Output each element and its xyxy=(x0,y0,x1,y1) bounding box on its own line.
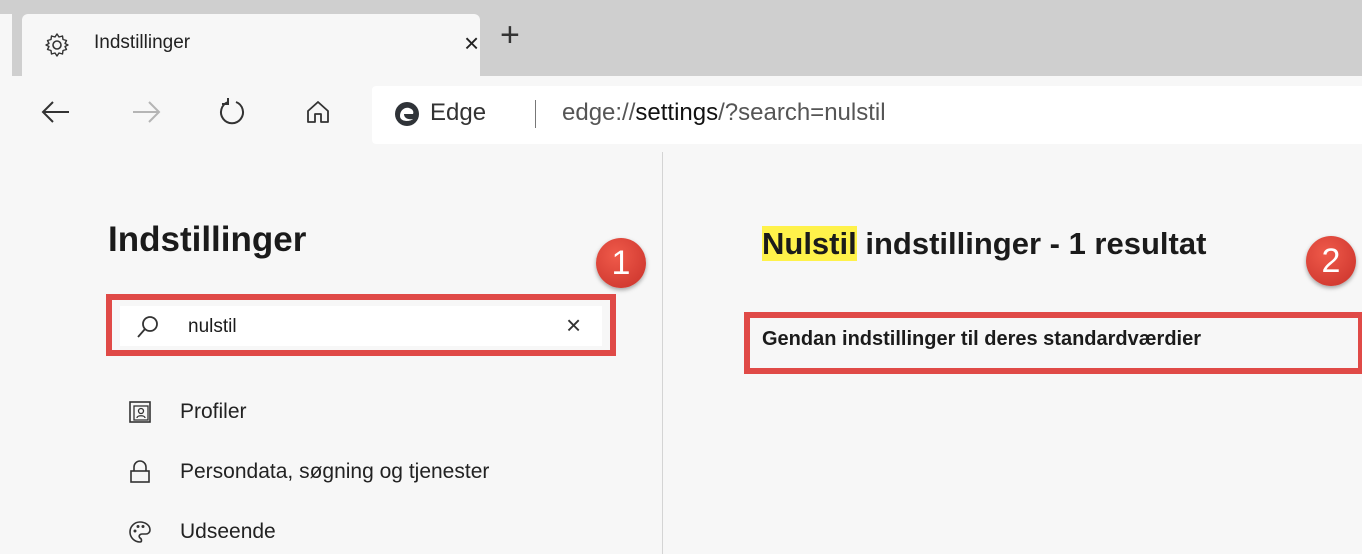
close-icon[interactable]: × xyxy=(464,28,479,58)
sidebar-item-label: Persondata, søgning og tjenester xyxy=(180,460,490,483)
search-input[interactable]: nulstil × xyxy=(120,306,602,346)
home-icon xyxy=(305,99,331,130)
lock-icon xyxy=(128,460,152,484)
reset-settings-link[interactable]: Gendan indstillinger til deres standardv… xyxy=(762,328,1201,351)
address-separator xyxy=(535,100,536,128)
sidebar-item-appearance[interactable]: Udseende xyxy=(128,516,276,548)
toolbar: Edge edge://settings/?search=nulstil xyxy=(0,76,1362,152)
search-icon xyxy=(136,315,160,339)
url-text[interactable]: edge://settings/?search=nulstil xyxy=(562,99,886,127)
search-term-highlight: Nulstil xyxy=(762,226,857,261)
new-tab-button[interactable]: + xyxy=(500,18,520,52)
clear-icon[interactable]: × xyxy=(566,310,581,341)
tab-edge xyxy=(0,14,12,76)
palette-icon xyxy=(128,520,152,544)
refresh-button[interactable] xyxy=(214,96,250,132)
page-title: Indstillinger xyxy=(108,220,307,259)
search-value: nulstil xyxy=(188,316,237,337)
home-button[interactable] xyxy=(300,96,336,132)
tab-strip: Indstillinger × + xyxy=(0,0,1362,76)
tab-title: Indstillinger xyxy=(94,32,191,53)
sidebar-item-privacy[interactable]: Persondata, søgning og tjenester xyxy=(128,456,489,488)
gear-icon xyxy=(44,32,70,58)
edge-logo-icon xyxy=(394,101,420,127)
site-name: Edge xyxy=(430,99,487,126)
back-button[interactable] xyxy=(38,96,74,132)
arrow-left-icon xyxy=(41,100,71,129)
tab-settings[interactable]: Indstillinger × xyxy=(22,14,480,76)
results-title: Nulstil indstillinger - 1 resultat xyxy=(762,226,1207,261)
annotation-badge-2: 2 xyxy=(1306,236,1356,286)
sidebar-item-label: Profiler xyxy=(180,400,247,423)
address-bar[interactable]: Edge edge://settings/?search=nulstil xyxy=(372,86,1362,144)
arrow-right-icon xyxy=(131,100,161,129)
forward-button[interactable] xyxy=(128,96,164,132)
sidebar-item-profiles[interactable]: Profiler xyxy=(128,396,247,428)
sidebar-item-label: Udseende xyxy=(180,520,276,543)
pane-divider xyxy=(662,152,663,554)
profile-icon xyxy=(128,400,152,424)
annotation-badge-1: 1 xyxy=(596,238,646,288)
refresh-icon xyxy=(217,97,247,132)
